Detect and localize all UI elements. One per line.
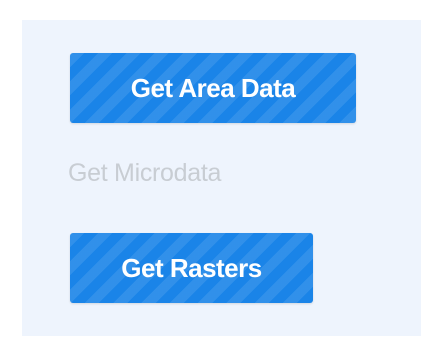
get-area-data-button[interactable]: Get Area Data [70,53,356,123]
download-options-panel: Get Area Data Get Microdata Get Rasters [22,20,421,336]
get-rasters-button[interactable]: Get Rasters [70,233,313,303]
get-microdata-link-disabled: Get Microdata [68,159,222,187]
